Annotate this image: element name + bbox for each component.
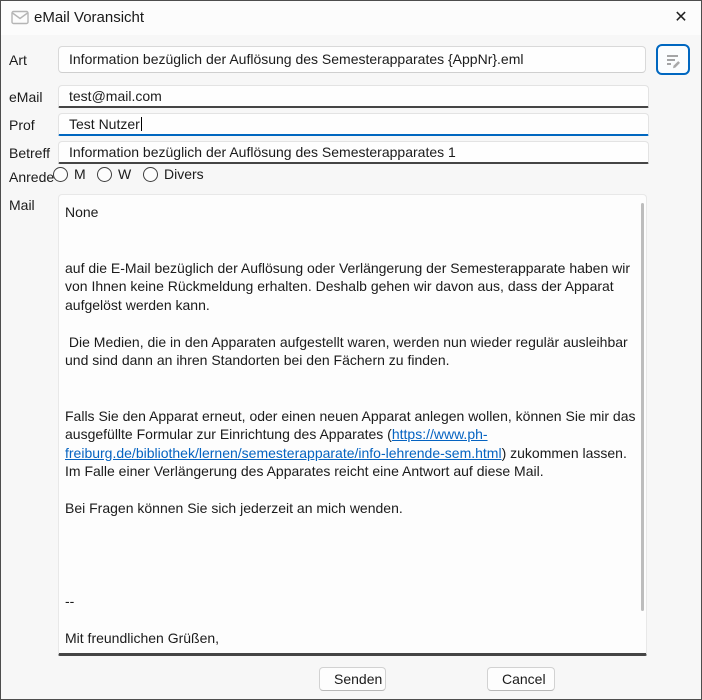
- send-button[interactable]: Senden: [319, 667, 386, 691]
- radio-circle-icon[interactable]: [143, 167, 158, 182]
- prof-input[interactable]: Test Nutzer: [58, 113, 649, 136]
- email-icon: [11, 10, 29, 25]
- anrede-radio-w[interactable]: W: [97, 166, 131, 182]
- email-label: eMail: [9, 89, 42, 105]
- mail-body-textarea[interactable]: None auf die E-Mail bezüglich der Auflös…: [58, 194, 647, 656]
- anrede-option-label: W: [118, 166, 131, 182]
- mail-body: None auf die E-Mail bezüglich der Auflös…: [65, 203, 636, 656]
- email-value: test@mail.com: [69, 88, 162, 104]
- art-template-value: Information bezüglich der Auflösung des …: [69, 51, 524, 67]
- cancel-button[interactable]: Cancel: [487, 667, 555, 691]
- art-label: Art: [9, 52, 27, 68]
- text-cursor: [141, 117, 142, 131]
- prof-value: Test Nutzer: [69, 116, 140, 132]
- betreff-value: Information bezüglich der Auflösung des …: [69, 144, 456, 160]
- mail-scrollbar-thumb[interactable]: [641, 203, 644, 611]
- edit-text-icon: [664, 51, 682, 69]
- anrede-option-label: Divers: [164, 166, 204, 182]
- mail-link[interactable]: https://www.ph-freiburg.de/bibliothek/le…: [65, 426, 502, 461]
- betreff-input[interactable]: Information bezüglich der Auflösung des …: [58, 141, 649, 164]
- anrede-radio-divers[interactable]: Divers: [143, 166, 204, 182]
- window-title: eMail Voransicht: [34, 9, 144, 26]
- anrede-option-label: M: [74, 166, 86, 182]
- titlebar[interactable]: eMail Voransicht ✕: [1, 1, 701, 35]
- email-preview-dialog: eMail Voransicht ✕ Art Information bezüg…: [0, 0, 702, 700]
- anrede-radio-m[interactable]: M: [53, 166, 86, 182]
- art-template-combobox[interactable]: Information bezüglich der Auflösung des …: [58, 46, 646, 73]
- edit-template-button[interactable]: [656, 44, 690, 75]
- betreff-label: Betreff: [9, 145, 50, 161]
- radio-circle-icon[interactable]: [53, 167, 68, 182]
- anrede-label: Anrede: [9, 169, 54, 185]
- mail-label: Mail: [9, 197, 35, 213]
- email-input[interactable]: test@mail.com: [58, 85, 649, 108]
- prof-label: Prof: [9, 117, 35, 133]
- close-icon[interactable]: ✕: [667, 5, 695, 31]
- radio-circle-icon[interactable]: [97, 167, 112, 182]
